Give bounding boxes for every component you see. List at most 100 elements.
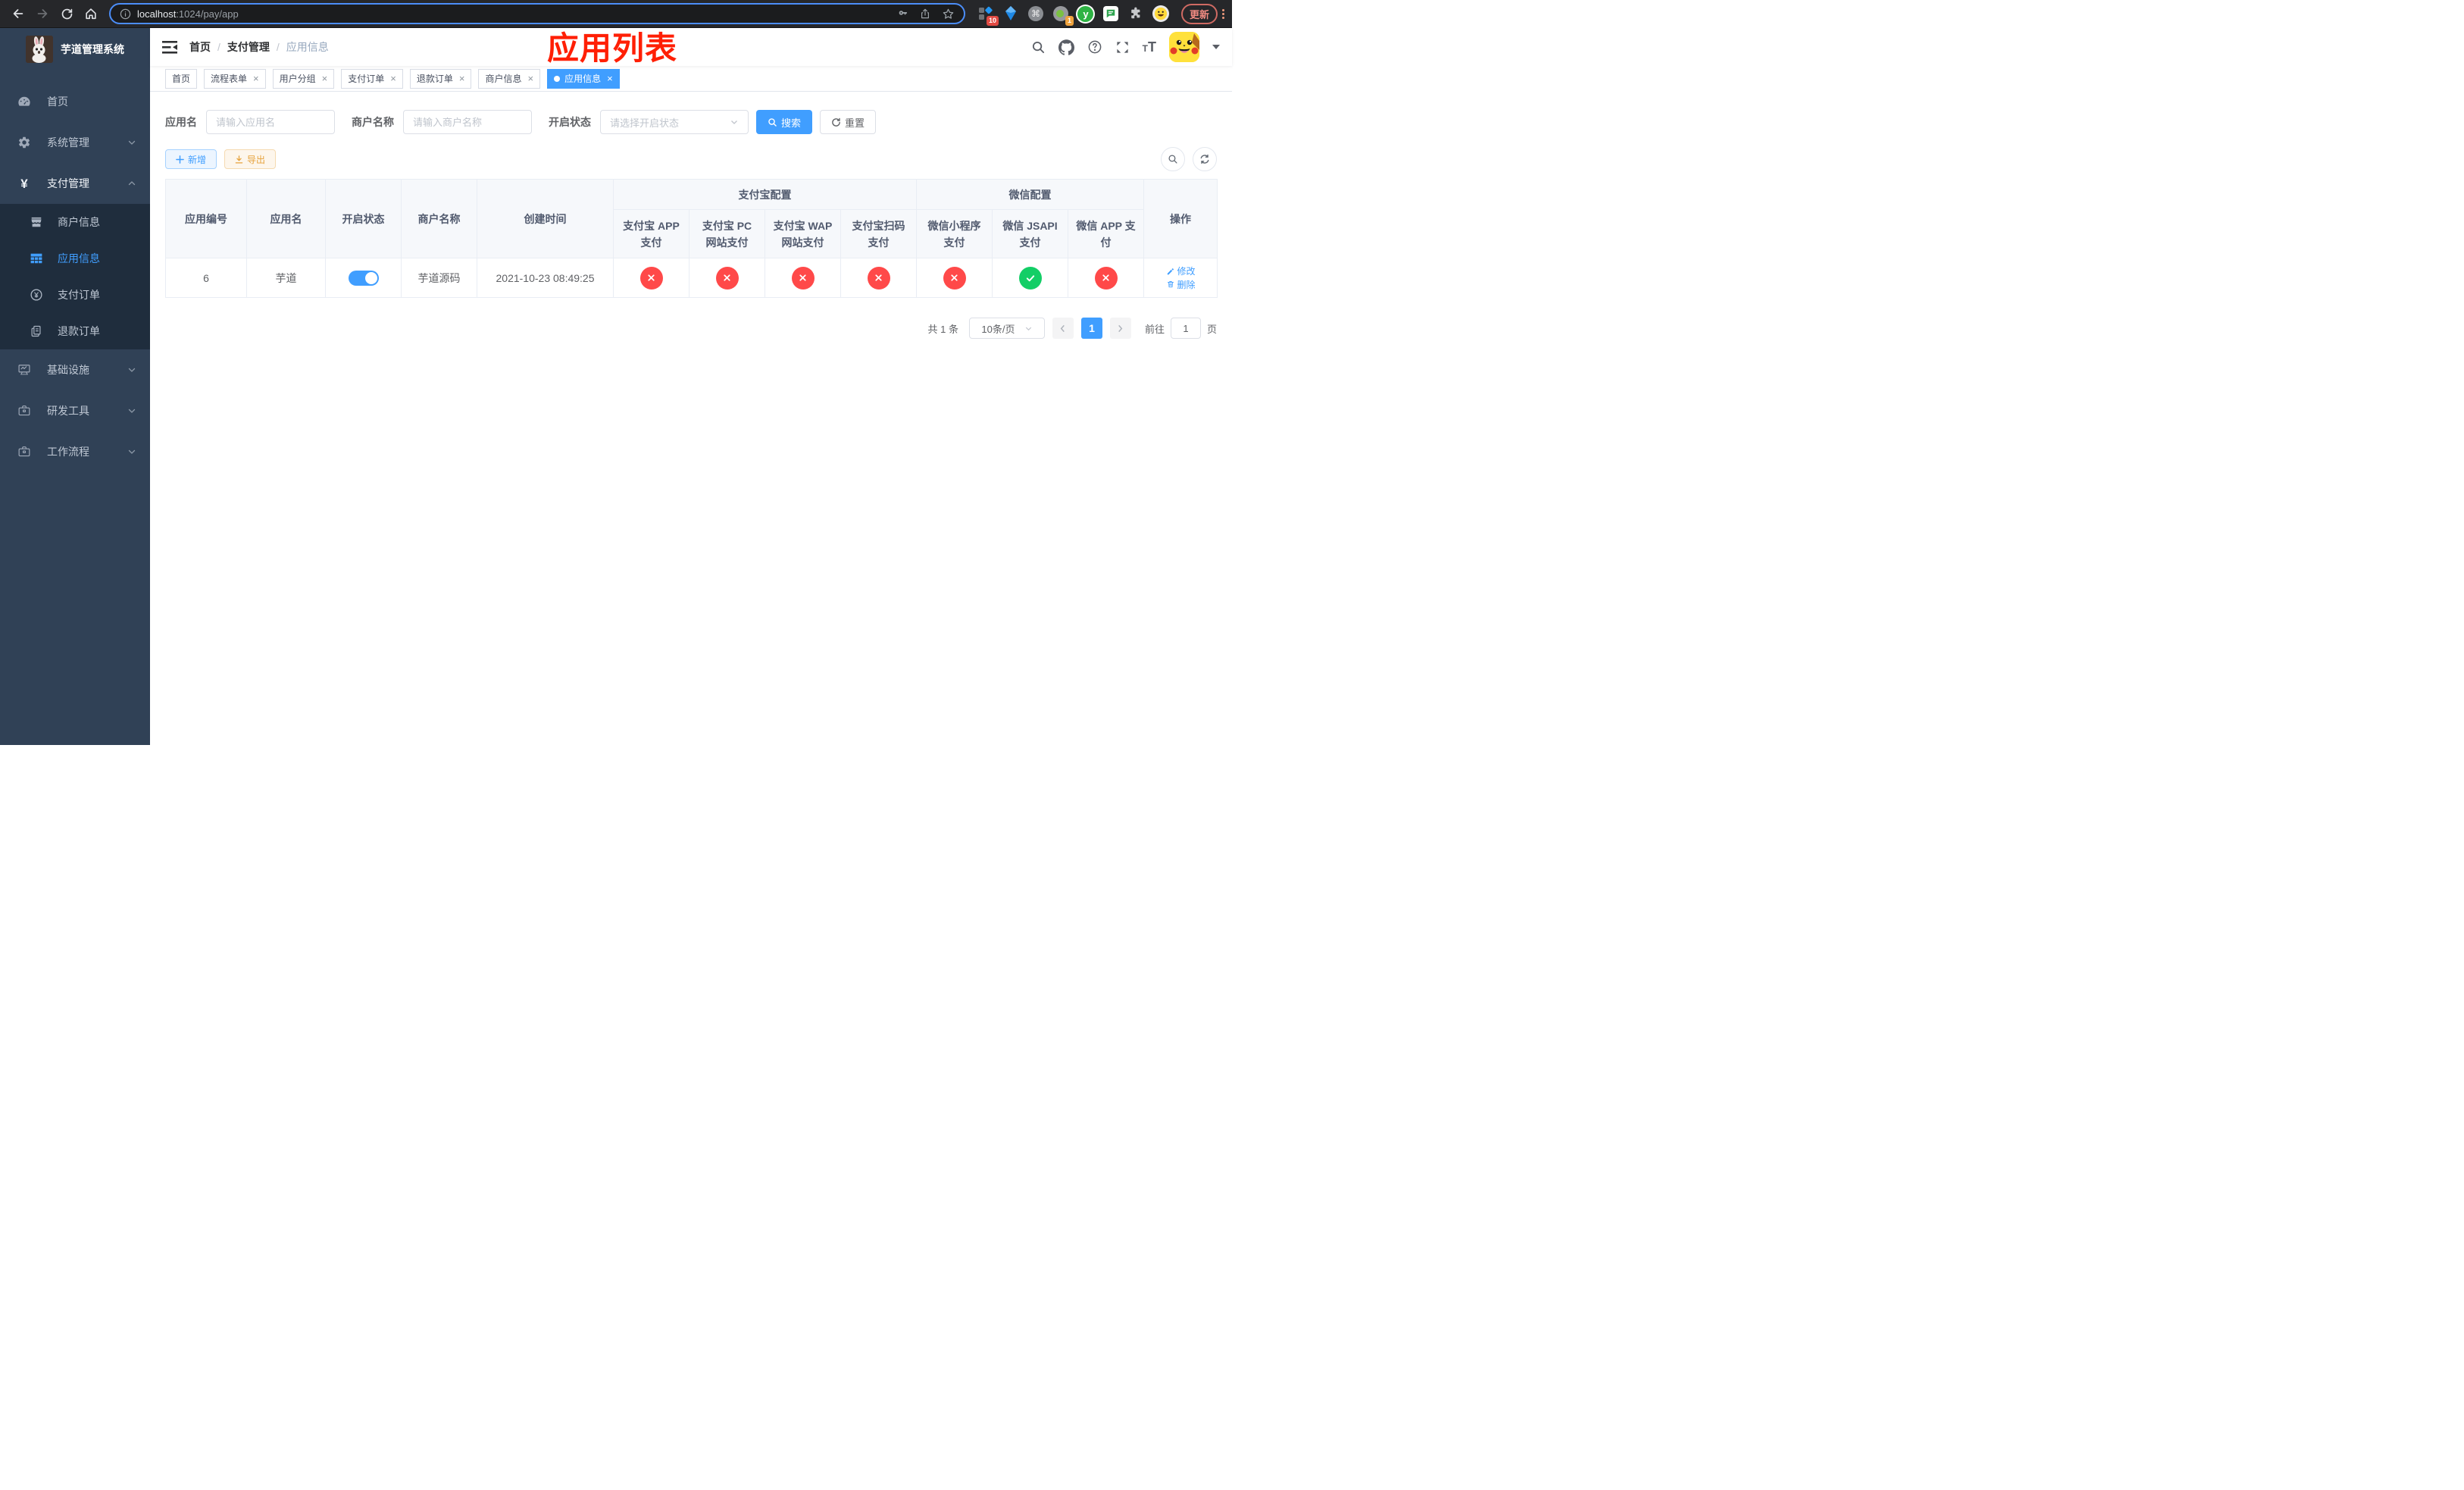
extension-kite-icon[interactable] — [1002, 5, 1019, 22]
sidebar-collapse-icon[interactable] — [162, 40, 177, 54]
cell-app-id: 6 — [165, 258, 247, 298]
edit-link[interactable]: 修改 — [1166, 265, 1196, 277]
help-icon[interactable] — [1087, 39, 1102, 55]
address-bar[interactable]: localhost:1024/pay/app — [109, 3, 965, 24]
tab-home[interactable]: 首页 — [165, 68, 198, 89]
toggle-search-button[interactable] — [1161, 147, 1185, 171]
pagination: 共 1 条 10条/页 1 前往 页 — [165, 318, 1217, 339]
data-table: 应用编号 应用名 开启状态 商户名称 创建时间 支付宝配置 微信配置 操作 支付宝 APP 支付… — [165, 179, 1218, 298]
extension-chat-icon[interactable] — [1102, 5, 1119, 22]
sidebar-item-label: 商户信息 — [58, 216, 100, 228]
enabled-toggle[interactable] — [348, 270, 379, 286]
tab-flow-form[interactable]: 流程表单 × — [204, 68, 266, 89]
tab-label: 用户分组 — [279, 74, 316, 84]
reset-button[interactable]: 重置 — [820, 110, 877, 134]
sidebar-item-label: 工作流程 — [47, 446, 89, 458]
extension-blue-diamond-icon[interactable]: 10 — [977, 5, 999, 26]
browser-back-button[interactable] — [8, 3, 29, 24]
sub-column-header: 支付宝扫码支付 — [840, 209, 917, 258]
sidebar-item-label: 基础设施 — [47, 364, 89, 376]
tab-close-icon[interactable]: × — [605, 74, 613, 83]
share-icon[interactable] — [919, 8, 931, 20]
table-toolbar: 新增 导出 — [165, 147, 1217, 171]
sidebar-item-home[interactable]: 首页 — [0, 81, 150, 122]
tab-app-info[interactable]: 应用信息 × — [547, 68, 620, 89]
pagination-total: 共 1 条 — [927, 323, 958, 335]
extension-emoji-icon[interactable] — [1152, 5, 1169, 22]
sidebar-item-workflow[interactable]: 工作流程 — [0, 431, 150, 472]
extension-command-icon[interactable]: ⌘ — [1027, 5, 1044, 22]
extension-y-icon[interactable]: y — [1077, 5, 1094, 22]
sidebar-item-refund-order[interactable]: 退款订单 — [0, 313, 150, 349]
merchant-name-input[interactable] — [403, 110, 532, 134]
sidebar-item-label: 应用信息 — [58, 252, 100, 265]
app-name-input[interactable] — [206, 110, 335, 134]
browser-update-button[interactable]: 更新 — [1180, 3, 1218, 24]
tab-close-icon[interactable]: × — [526, 74, 533, 83]
add-button[interactable]: 新增 — [165, 149, 217, 169]
avatar-caret-icon[interactable] — [1212, 45, 1220, 49]
status-label: 开启状态 — [549, 116, 591, 128]
sidebar-item-label: 系统管理 — [47, 136, 89, 149]
search-button[interactable]: 搜索 — [756, 110, 813, 134]
header-search-icon[interactable] — [1031, 40, 1046, 55]
cross-icon — [1094, 266, 1118, 290]
delete-link[interactable]: 删除 — [1166, 278, 1196, 291]
tab-close-icon[interactable]: × — [389, 74, 396, 83]
sidebar-item-system[interactable]: 系统管理 — [0, 122, 150, 163]
sub-column-header: 微信 APP 支付 — [1067, 209, 1145, 258]
cell-config-status — [1067, 258, 1145, 298]
user-avatar[interactable] — [1169, 32, 1199, 62]
next-page-button[interactable] — [1109, 318, 1131, 339]
extension-recorder-icon[interactable]: 1 — [1052, 5, 1074, 26]
tab-label: 应用信息 — [564, 74, 602, 84]
refresh-table-button[interactable] — [1193, 147, 1217, 171]
browser-menu-icon[interactable] — [1222, 8, 1224, 19]
site-info-icon[interactable] — [120, 8, 131, 20]
breadcrumb-payment[interactable]: 支付管理 — [227, 39, 270, 55]
tab-close-icon[interactable]: × — [458, 74, 465, 83]
github-icon[interactable] — [1058, 39, 1074, 55]
sidebar-item-merchant-info[interactable]: 商户信息 — [0, 204, 150, 240]
chevron-left-icon — [1061, 324, 1065, 332]
export-button[interactable]: 导出 — [224, 149, 277, 169]
data-table-wrap: 应用编号 应用名 开启状态 商户名称 创建时间 支付宝配置 微信配置 操作 支付宝 APP 支付… — [165, 179, 1218, 298]
tab-label: 支付订单 — [348, 74, 385, 84]
top-navbar: 首页 / 支付管理 / 应用信息 TT — [150, 28, 1232, 66]
cross-icon — [943, 266, 966, 290]
browser-home-button[interactable] — [80, 3, 102, 24]
tab-merchant-info[interactable]: 商户信息 × — [478, 68, 541, 89]
group-header: 支付宝配置 — [613, 179, 917, 210]
browser-reload-button[interactable] — [56, 3, 77, 24]
page-size-select[interactable]: 10条/页 — [968, 318, 1045, 339]
sidebar-item-infrastructure[interactable]: 基础设施 — [0, 349, 150, 390]
cell-enabled-switch — [325, 258, 402, 298]
tab-close-icon[interactable]: × — [321, 74, 328, 83]
bookmark-star-icon[interactable] — [942, 8, 955, 20]
status-select[interactable]: 请选择开启状态 — [600, 110, 749, 134]
briefcase-icon — [17, 445, 32, 459]
password-key-icon[interactable] — [896, 8, 908, 20]
tab-user-group[interactable]: 用户分组 × — [272, 68, 335, 89]
sidebar-item-payment[interactable]: ¥ 支付管理 — [0, 163, 150, 204]
breadcrumb-home[interactable]: 首页 — [189, 39, 211, 55]
fullscreen-icon[interactable] — [1115, 40, 1130, 55]
page-number-button[interactable]: 1 — [1080, 318, 1102, 339]
tab-close-icon[interactable]: × — [252, 74, 259, 83]
sidebar-item-pay-order[interactable]: 支付订单 — [0, 277, 150, 313]
font-size-icon[interactable]: TT — [1143, 40, 1156, 55]
sidebar-item-app-info[interactable]: 应用信息 — [0, 240, 150, 277]
goto-page-input[interactable] — [1170, 318, 1201, 339]
sidebar-item-label: 支付订单 — [58, 289, 100, 301]
yen-circle-icon — [29, 288, 44, 302]
forward-arrow-icon — [37, 9, 48, 18]
cell-config-status — [840, 258, 917, 298]
sidebar-logo-row[interactable]: 芋道管理系统 — [0, 28, 150, 70]
sub-column-header: 支付宝 WAP 网站支付 — [765, 209, 841, 258]
prev-page-button[interactable] — [1052, 318, 1074, 339]
tab-pay-order[interactable]: 支付订单 × — [341, 68, 403, 89]
tab-refund-order[interactable]: 退款订单 × — [409, 68, 472, 89]
browser-forward-button[interactable] — [32, 3, 53, 24]
sidebar-item-dev-tools[interactable]: 研发工具 — [0, 390, 150, 431]
extensions-puzzle-icon[interactable] — [1127, 5, 1144, 22]
